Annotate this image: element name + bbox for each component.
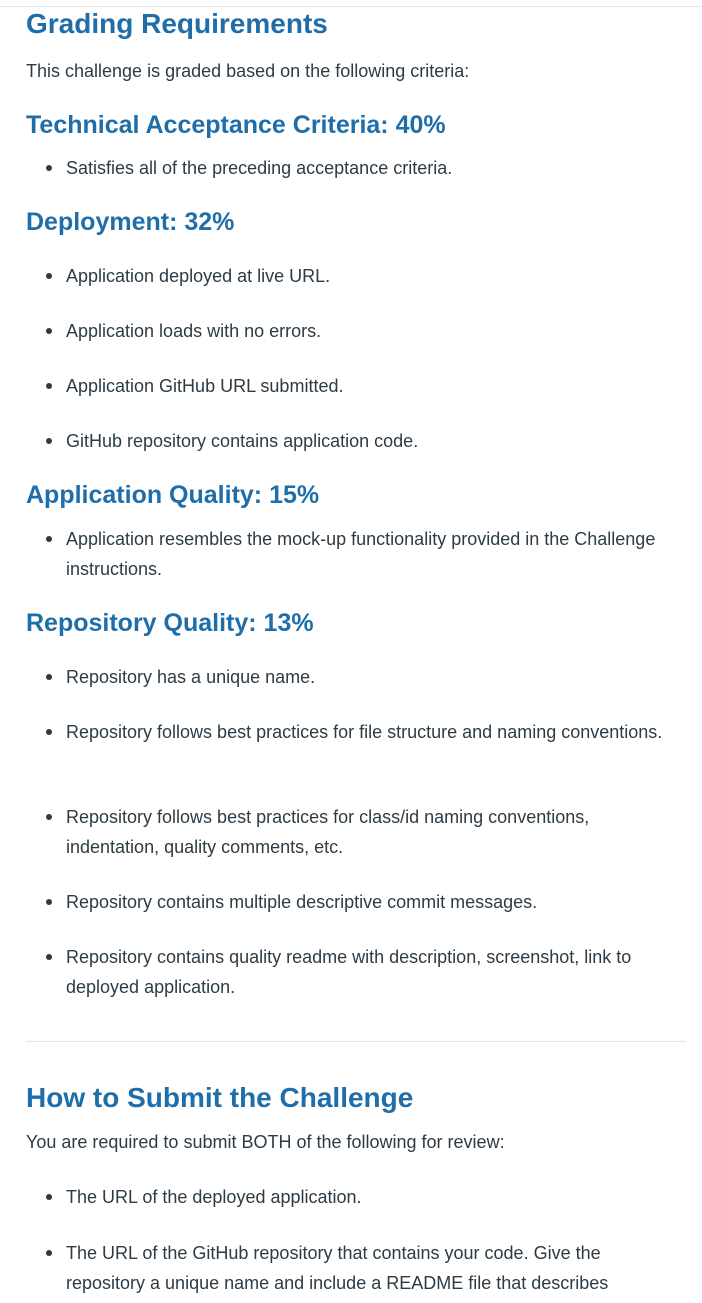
bullet-icon (46, 1250, 52, 1256)
submit-intro: You are required to submit BOTH of the f… (26, 1132, 505, 1152)
how-to-submit-heading: How to Submit the Challenge (26, 1082, 414, 1113)
technical-criteria-heading: Technical Acceptance Criteria: 40% (26, 111, 446, 139)
bullet-icon (46, 273, 52, 279)
list-item-text: The URL of the GitHub repository that co… (66, 1243, 609, 1293)
section-divider (26, 1041, 686, 1042)
list-item-text: Satisfies all of the preceding acceptanc… (66, 158, 453, 178)
list-item-text: Application resembles the mock-up functi… (66, 529, 656, 579)
bullet-icon (46, 899, 52, 905)
list-item-text: Repository contains multiple descriptive… (66, 892, 538, 912)
list-item: The URL of the deployed application. (42, 1182, 672, 1212)
grading-intro: This challenge is graded based on the fo… (26, 61, 470, 81)
list-item-text: Repository contains quality readme with … (66, 947, 632, 997)
bullet-icon (46, 438, 52, 444)
bullet-icon (46, 165, 52, 171)
list-item: Repository follows best practices for fi… (42, 717, 672, 747)
list-item-text: Repository follows best practices for fi… (66, 722, 663, 742)
repository-quality-heading: Repository Quality: 13% (26, 609, 314, 637)
list-item: Application resembles the mock-up functi… (42, 524, 672, 584)
list-item: Repository has a unique name. (42, 662, 672, 692)
list-item-text: Application deployed at live URL. (66, 266, 331, 286)
bullet-icon (46, 1194, 52, 1200)
grading-requirements-heading: Grading Requirements (26, 8, 328, 39)
list-item: Repository contains multiple descriptive… (42, 887, 672, 917)
list-item: The URL of the GitHub repository that co… (42, 1238, 672, 1298)
bullet-icon (46, 729, 52, 735)
list-item: Repository contains quality readme with … (42, 942, 672, 1002)
bullet-icon (46, 383, 52, 389)
application-quality-heading: Application Quality: 15% (26, 481, 320, 509)
bullet-icon (46, 954, 52, 960)
list-item: GitHub repository contains application c… (42, 426, 672, 456)
bullet-icon (46, 328, 52, 334)
list-item: Satisfies all of the preceding acceptanc… (42, 153, 672, 183)
deployment-heading: Deployment: 32% (26, 208, 235, 236)
list-item: Repository follows best practices for cl… (42, 802, 672, 862)
list-item: Application GitHub URL submitted. (42, 371, 672, 401)
list-item-text: Application GitHub URL submitted. (66, 376, 344, 396)
list-item-text: GitHub repository contains application c… (66, 431, 419, 451)
list-item-text: Repository follows best practices for cl… (66, 807, 590, 857)
bullet-icon (46, 536, 52, 542)
list-item: Application loads with no errors. (42, 316, 672, 346)
list-item: Application deployed at live URL. (42, 261, 672, 291)
bullet-icon (46, 674, 52, 680)
list-item-text: The URL of the deployed application. (66, 1187, 362, 1207)
list-item-text: Application loads with no errors. (66, 321, 322, 341)
list-item-text: Repository has a unique name. (66, 667, 316, 687)
bullet-icon (46, 814, 52, 820)
